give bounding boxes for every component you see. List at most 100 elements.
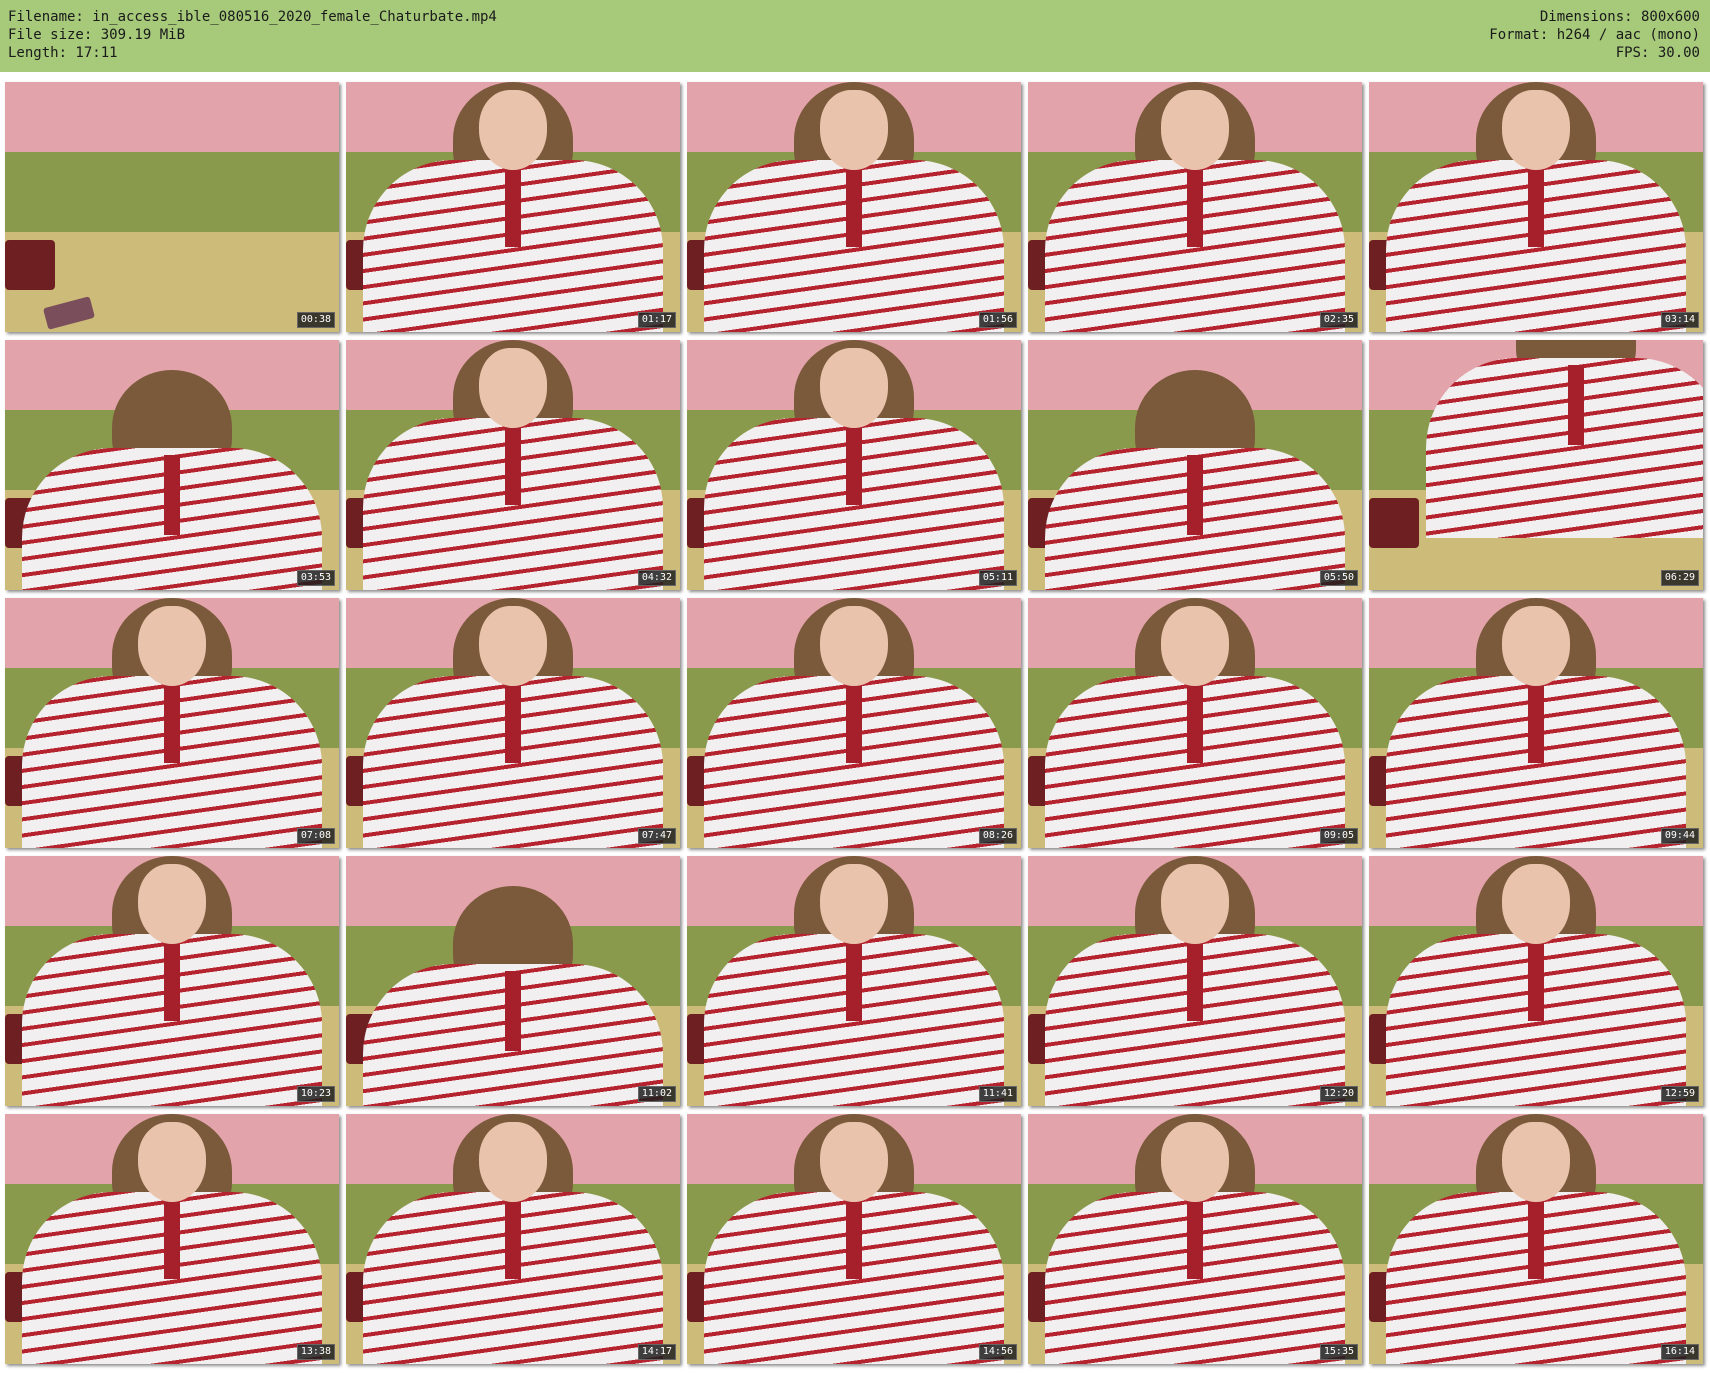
header-left: Filename: in_access_ible_080516_2020_fem… — [8, 8, 497, 62]
shirt-placket — [1187, 941, 1203, 1021]
video-thumbnail[interactable]: 13:38 — [5, 1114, 339, 1364]
face — [479, 90, 547, 170]
video-thumbnail[interactable]: 04:32 — [346, 340, 680, 590]
timestamp-label: 03:14 — [1660, 312, 1699, 328]
timestamp-label: 02:35 — [1319, 312, 1358, 328]
timestamp-label: 01:56 — [978, 312, 1017, 328]
timestamp-label: 14:56 — [978, 1344, 1017, 1360]
timestamp-label: 00:38 — [296, 312, 335, 328]
video-thumbnail[interactable]: 07:08 — [5, 598, 339, 848]
video-thumbnail[interactable]: 15:35 — [1028, 1114, 1362, 1364]
face — [1161, 606, 1229, 686]
shirt-placket — [1528, 941, 1544, 1021]
shirt-placket — [1528, 683, 1544, 763]
video-thumbnail[interactable]: 16:14 — [1369, 1114, 1703, 1364]
timestamp-label: 07:08 — [296, 828, 335, 844]
info-header: Filename: in_access_ible_080516_2020_fem… — [0, 0, 1710, 72]
shirt-placket — [1187, 683, 1203, 763]
timestamp-label: 05:50 — [1319, 570, 1358, 586]
video-thumbnail[interactable]: 12:20 — [1028, 856, 1362, 1106]
dimensions-label: Dimensions: 800x600 — [1539, 9, 1700, 25]
shirt-placket — [846, 167, 862, 247]
shirt-placket — [505, 167, 521, 247]
shirt-placket — [164, 941, 180, 1021]
face — [1161, 90, 1229, 170]
face — [820, 1122, 888, 1202]
face — [1161, 1122, 1229, 1202]
face — [479, 1122, 547, 1202]
shirt-placket — [164, 1199, 180, 1279]
video-thumbnail[interactable]: 00:38 — [5, 82, 339, 332]
video-thumbnail[interactable]: 01:17 — [346, 82, 680, 332]
face — [820, 90, 888, 170]
timestamp-label: 14:17 — [637, 1344, 676, 1360]
video-thumbnail[interactable]: 01:56 — [687, 82, 1021, 332]
timestamp-label: 12:59 — [1660, 1086, 1699, 1102]
shirt-placket — [1187, 455, 1203, 535]
handbag-icon — [1369, 497, 1419, 548]
timestamp-label: 09:44 — [1660, 828, 1699, 844]
video-thumbnail[interactable]: 03:14 — [1369, 82, 1703, 332]
handbag-icon — [5, 239, 55, 290]
video-thumbnail[interactable]: 12:59 — [1369, 856, 1703, 1106]
face — [479, 606, 547, 686]
shirt-placket — [1528, 1199, 1544, 1279]
filesize-label: File size: 309.19 MiB — [8, 27, 186, 43]
shirt-placket — [505, 683, 521, 763]
shirt-placket — [846, 1199, 862, 1279]
face — [1502, 606, 1570, 686]
video-thumbnail[interactable]: 08:26 — [687, 598, 1021, 848]
timestamp-label: 11:41 — [978, 1086, 1017, 1102]
video-thumbnail[interactable]: 09:44 — [1369, 598, 1703, 848]
shirt-placket — [1187, 1199, 1203, 1279]
face — [1502, 1122, 1570, 1202]
video-thumbnail[interactable]: 14:17 — [346, 1114, 680, 1364]
timestamp-label: 16:14 — [1660, 1344, 1699, 1360]
face — [1502, 90, 1570, 170]
sofa-back — [5, 152, 339, 232]
shirt-placket — [846, 683, 862, 763]
shirt-placket — [505, 971, 521, 1051]
shirt-placket — [1568, 365, 1584, 445]
video-thumbnail[interactable]: 11:41 — [687, 856, 1021, 1106]
fps-label: FPS: 30.00 — [1615, 45, 1700, 61]
timestamp-label: 11:02 — [637, 1086, 676, 1102]
shirt-placket — [505, 1199, 521, 1279]
video-thumbnail[interactable]: 05:50 — [1028, 340, 1362, 590]
shirt-placket — [846, 941, 862, 1021]
face — [820, 864, 888, 944]
timestamp-label: 12:20 — [1319, 1086, 1358, 1102]
shirt-placket — [164, 455, 180, 535]
filename-label: Filename: in_access_ible_080516_2020_fem… — [8, 9, 497, 25]
shirt-placket — [846, 425, 862, 505]
timestamp-label: 01:17 — [637, 312, 676, 328]
face — [138, 1122, 206, 1202]
timestamp-label: 06:29 — [1660, 570, 1699, 586]
face — [1161, 864, 1229, 944]
shirt-placket — [505, 425, 521, 505]
timestamp-label: 05:11 — [978, 570, 1017, 586]
video-thumbnail[interactable]: 05:11 — [687, 340, 1021, 590]
face — [820, 348, 888, 428]
face — [1502, 864, 1570, 944]
video-thumbnail[interactable]: 03:53 — [5, 340, 339, 590]
video-thumbnail[interactable]: 06:29 — [1369, 340, 1703, 590]
video-thumbnail[interactable]: 07:47 — [346, 598, 680, 848]
timestamp-label: 07:47 — [637, 828, 676, 844]
shirt-placket — [1528, 167, 1544, 247]
video-thumbnail[interactable]: 02:35 — [1028, 82, 1362, 332]
timestamp-label: 03:53 — [296, 570, 335, 586]
timestamp-label: 04:32 — [637, 570, 676, 586]
striped-shirt — [1426, 358, 1703, 538]
video-thumbnail[interactable]: 09:05 — [1028, 598, 1362, 848]
video-thumbnail[interactable]: 10:23 — [5, 856, 339, 1106]
format-label: Format: h264 / aac (mono) — [1489, 27, 1700, 43]
shirt-placket — [1187, 167, 1203, 247]
timestamp-label: 10:23 — [296, 1086, 335, 1102]
thumbnail-grid: 00:38 01:17 01:56 02:35 03:14 03:53 04:32 05:11… — [5, 82, 1705, 1364]
timestamp-label: 08:26 — [978, 828, 1017, 844]
video-thumbnail[interactable]: 14:56 — [687, 1114, 1021, 1364]
video-thumbnail[interactable]: 11:02 — [346, 856, 680, 1106]
header-right: Dimensions: 800x600 Format: h264 / aac (… — [1489, 8, 1700, 62]
timestamp-label: 13:38 — [296, 1344, 335, 1360]
